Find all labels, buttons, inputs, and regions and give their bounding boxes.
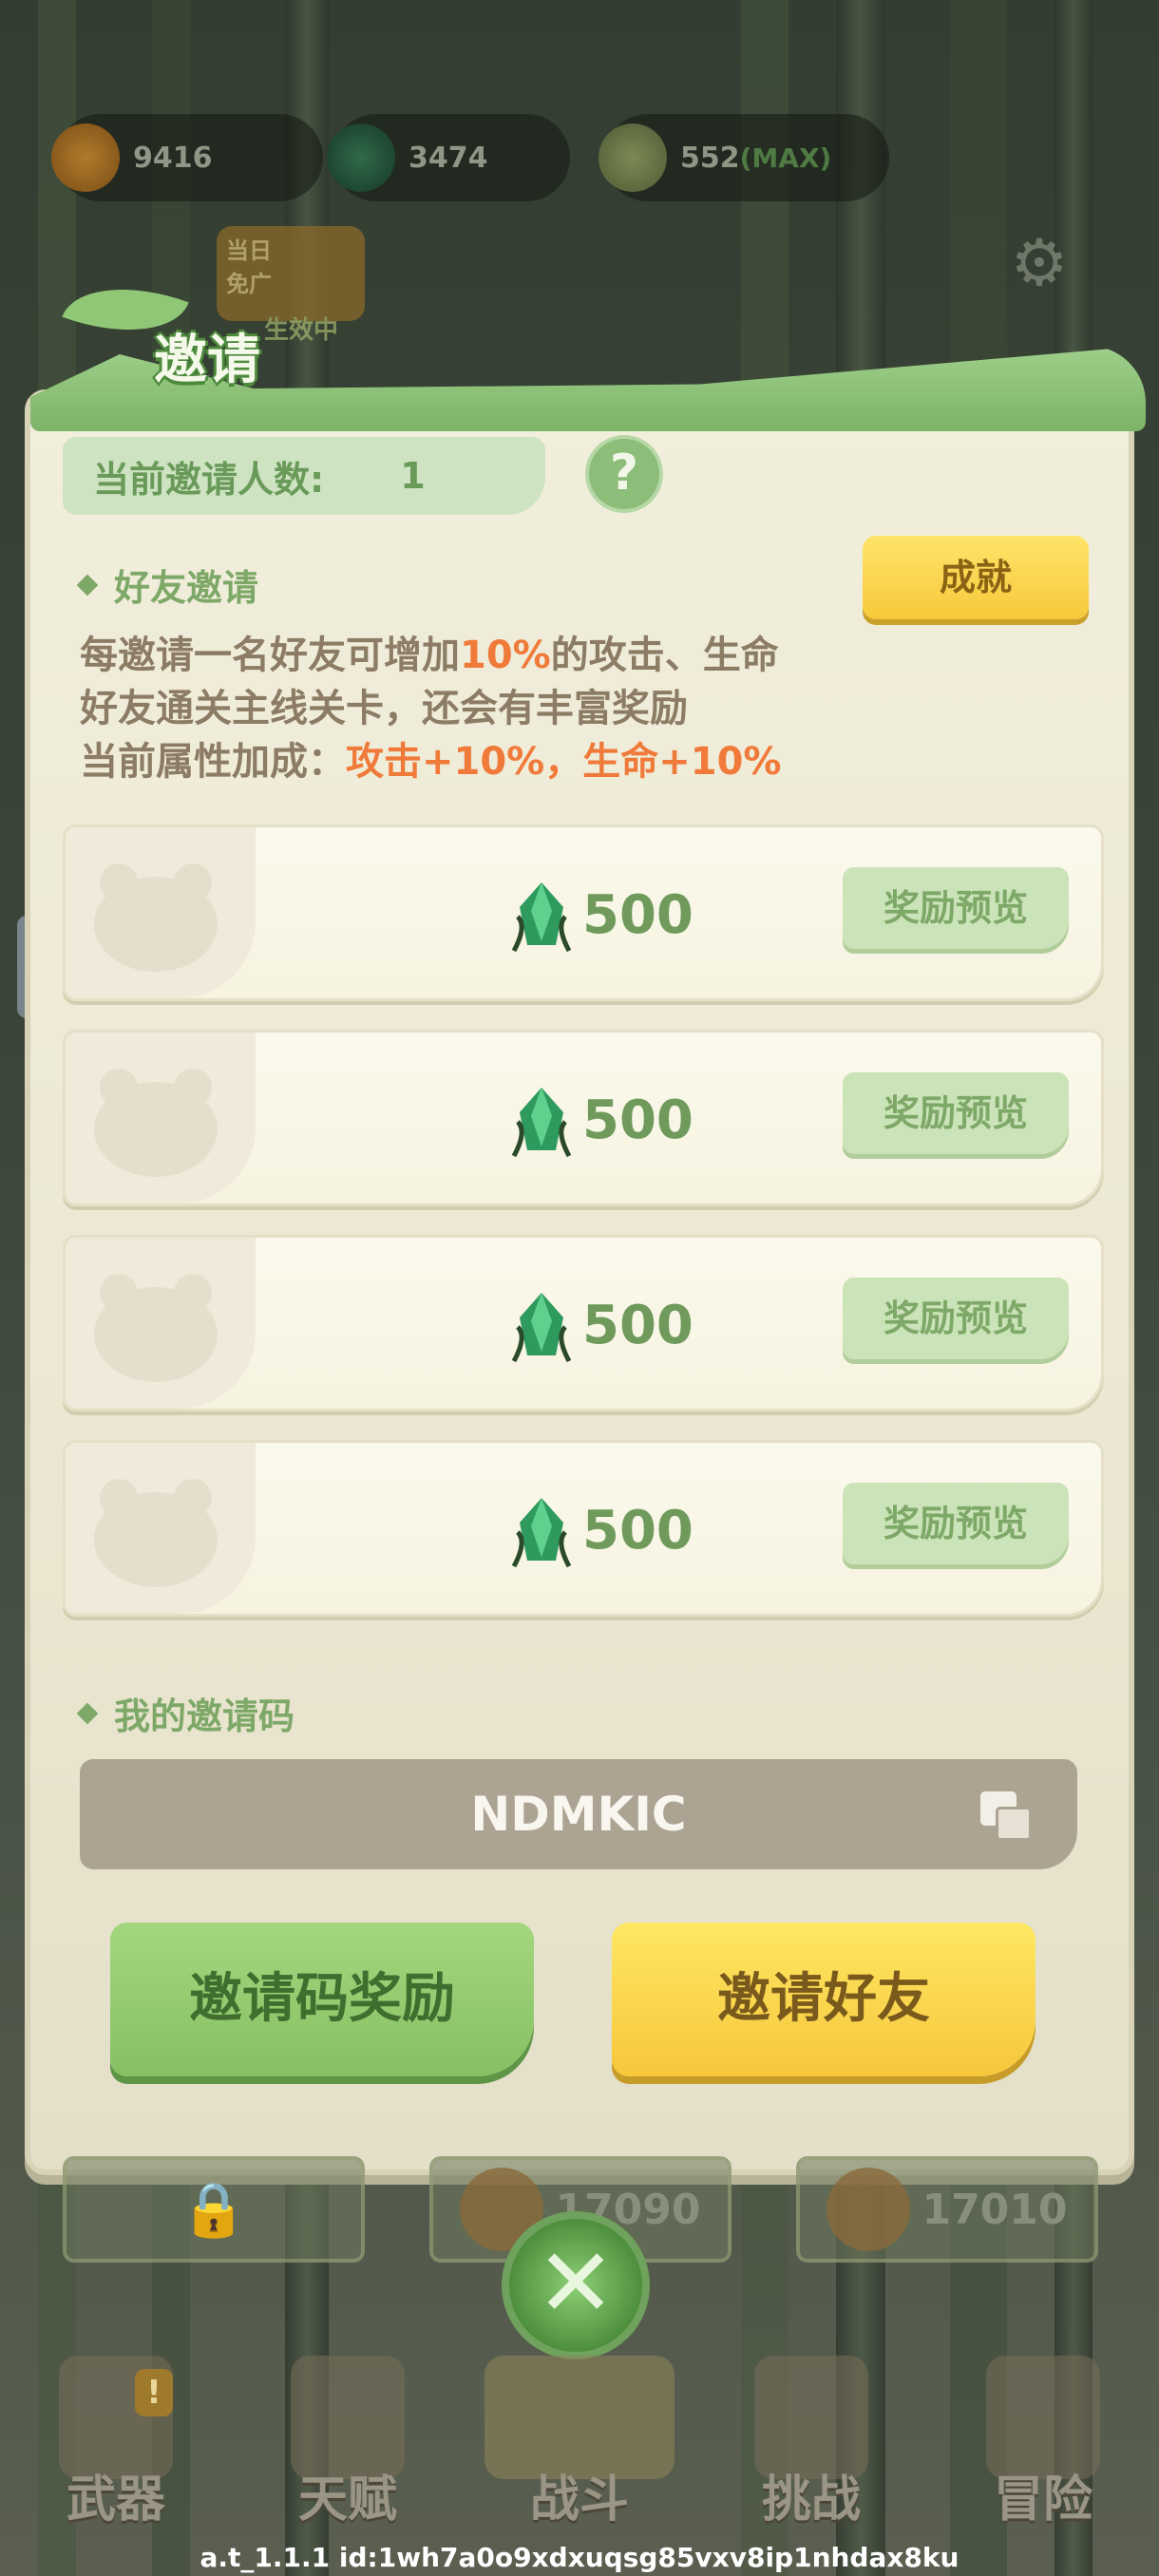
- reward-row: 500 奖励预览: [63, 1235, 1104, 1411]
- daily-ad-free-badge[interactable]: 当日 免广 生效中: [217, 226, 365, 345]
- reward-preview-button[interactable]: 奖励预览: [843, 1278, 1069, 1359]
- badge-line2: 免广: [226, 271, 272, 297]
- coin-slot: 17010: [796, 2156, 1098, 2263]
- max-tag: (MAX): [739, 142, 832, 174]
- friend-slot: [66, 827, 256, 998]
- nav-item-challenge[interactable]: 挑战: [716, 2356, 906, 2546]
- achievement-button[interactable]: 成就: [863, 536, 1089, 619]
- bamboo-shoot-icon: [598, 123, 667, 192]
- reward-preview-button[interactable]: 奖励预览: [843, 1072, 1069, 1154]
- desc-text: 当前属性加成：: [80, 740, 346, 784]
- invite-dialog: 邀请 当前邀请人数: 1 ? 好友邀请 成就 每邀请一名好友可增加10%的攻击、…: [25, 263, 1146, 2175]
- nav-item-adventure[interactable]: 冒险: [948, 2356, 1138, 2546]
- badge-line1: 当日: [226, 237, 272, 264]
- currency-value: 3474: [408, 141, 488, 175]
- help-button[interactable]: ?: [585, 435, 663, 513]
- bear-placeholder-icon: [94, 1065, 218, 1177]
- invite-count-value: 1: [400, 455, 426, 497]
- badge-status: 生效中: [264, 316, 339, 345]
- bamboo-gem-icon: [327, 123, 395, 192]
- nav-label: 天赋: [297, 2472, 397, 2529]
- desc-line-3: 当前属性加成：攻击+10%，生命+10%: [80, 735, 1077, 788]
- invite-code: NDMKIC: [470, 1787, 687, 1842]
- invite-count: 当前邀请人数: 1: [63, 437, 545, 515]
- paw-coin-icon: [51, 123, 120, 192]
- bamboo-gem-icon: [511, 1088, 572, 1158]
- friend-slot: [66, 1443, 256, 1614]
- invite-friend-button[interactable]: 邀请好友: [612, 1923, 1036, 2076]
- nav-label: 冒险: [993, 2472, 1092, 2529]
- nav-label: 战斗: [529, 2472, 629, 2529]
- desc-line-2: 好友通关主线关卡，还会有丰富奖励: [80, 687, 688, 730]
- invite-code-reward-button[interactable]: 邀请码奖励: [110, 1923, 534, 2076]
- bamboo-gem-icon: [511, 1293, 572, 1363]
- reward-row: 500 奖励预览: [63, 824, 1104, 1001]
- nav-label: 武器: [66, 2472, 165, 2529]
- reward-preview-button[interactable]: 奖励预览: [843, 867, 1069, 949]
- copy-icon[interactable]: [980, 1791, 1034, 1841]
- invite-description: 每邀请一名好友可增加10%的攻击、生命 好友通关主线关卡，还会有丰富奖励 当前属…: [80, 629, 1077, 788]
- bamboo-gem-icon: [511, 882, 572, 953]
- slot-value: 17010: [922, 2185, 1068, 2234]
- nav-label: 挑战: [761, 2472, 861, 2529]
- desc-highlight: 10%: [460, 634, 551, 677]
- gear-icon[interactable]: ⚙: [1005, 230, 1074, 298]
- currency-shoot: 552 (MAX): [598, 114, 889, 201]
- alert-badge: !: [135, 2369, 173, 2416]
- currency-paw: 9416: [51, 114, 323, 201]
- reward-preview-button[interactable]: 奖励预览: [843, 1483, 1069, 1564]
- reward-value: 500: [582, 1500, 694, 1562]
- desc-text: 每邀请一名好友可增加: [80, 634, 460, 677]
- invite-code-box: NDMKIC: [80, 1759, 1077, 1869]
- my-code-section-title: 我的邀请码: [76, 1687, 295, 1739]
- desc-highlight: 攻击+10%，生命+10%: [346, 740, 782, 784]
- friend-invite-section-title: 好友邀请: [76, 559, 259, 611]
- locked-slot: 🔒: [63, 2156, 365, 2263]
- currency-value: 552: [680, 141, 740, 175]
- bamboo-gem-icon: [511, 1498, 572, 1568]
- nav-item-battle[interactable]: 战斗: [484, 2356, 674, 2546]
- paw-coin-icon: [826, 2168, 911, 2251]
- reward-value: 500: [582, 1295, 694, 1356]
- section-title-text: 好友邀请: [114, 567, 259, 609]
- nav-item-talent[interactable]: 天赋: [253, 2356, 443, 2546]
- close-button[interactable]: ✕: [502, 2211, 650, 2359]
- currency-gem: 3474: [327, 114, 570, 201]
- reward-value: 500: [582, 884, 694, 946]
- desc-text: 的攻击、生命: [550, 634, 779, 677]
- reward-value: 500: [582, 1089, 694, 1151]
- bear-placeholder-icon: [94, 1475, 218, 1587]
- reward-row: 500 奖励预览: [63, 1440, 1104, 1617]
- lock-icon: 🔒: [180, 2179, 247, 2241]
- diamond-bullet-icon: [76, 574, 99, 596]
- currency-value: 9416: [133, 141, 213, 175]
- build-id-text: a.t_1.1.1 id:1wh7a0o9xdxuqsg85vxv8ip1nhd…: [200, 2542, 960, 2573]
- reward-row: 500 奖励预览: [63, 1030, 1104, 1206]
- desc-line-1: 每邀请一名好友可增加10%的攻击、生命: [80, 629, 1077, 682]
- invite-count-label: 当前邀请人数:: [93, 458, 325, 501]
- friend-slot: [66, 1032, 256, 1203]
- dialog-title: 邀请: [154, 330, 260, 391]
- bottom-nav: ! 武器 天赋 战斗 挑战 冒险: [0, 2356, 1159, 2546]
- bear-placeholder-icon: [94, 1270, 218, 1382]
- section-title-text: 我的邀请码: [114, 1695, 295, 1737]
- diamond-bullet-icon: [76, 1702, 99, 1724]
- bear-placeholder-icon: [94, 860, 218, 972]
- friend-slot: [66, 1238, 256, 1409]
- nav-item-weapon[interactable]: ! 武器: [21, 2356, 211, 2546]
